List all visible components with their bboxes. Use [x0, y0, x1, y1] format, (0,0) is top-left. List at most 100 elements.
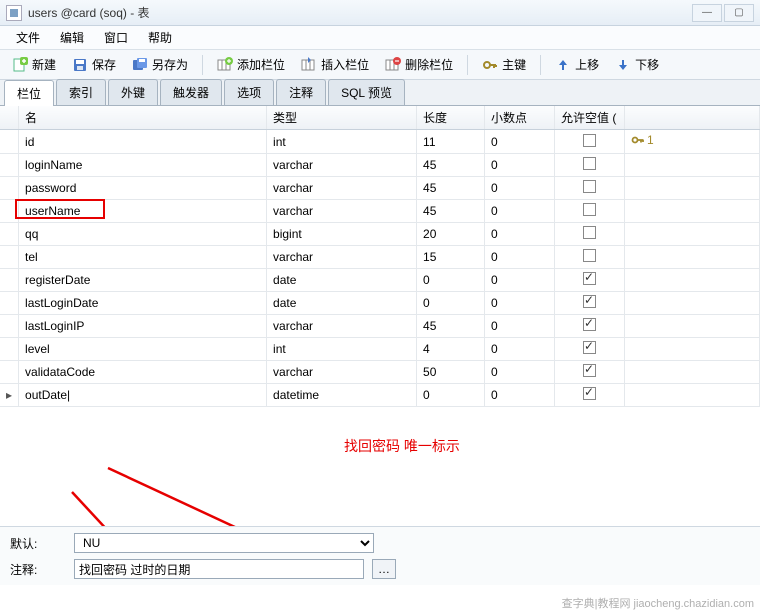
cell-name[interactable]: lastLoginIP [19, 315, 267, 338]
cell-length[interactable]: 45 [417, 200, 485, 223]
cell-allownull[interactable] [555, 384, 625, 407]
menu-help[interactable]: 帮助 [138, 26, 182, 49]
column-header-decimals[interactable]: 小数点 [485, 106, 555, 130]
cell-length[interactable]: 50 [417, 361, 485, 384]
delete-column-button[interactable]: 删除栏位 [379, 53, 459, 76]
row-handle[interactable] [0, 154, 19, 177]
row-handle[interactable] [0, 292, 19, 315]
cell-type[interactable]: bigint [267, 223, 417, 246]
cell-name[interactable]: registerDate [19, 269, 267, 292]
cell-decimals[interactable]: 0 [485, 292, 555, 315]
cell-length[interactable]: 45 [417, 315, 485, 338]
cell-allownull[interactable] [555, 130, 625, 154]
cell-name[interactable]: validataCode [19, 361, 267, 384]
allownull-checkbox[interactable] [583, 387, 596, 400]
row-handle[interactable] [0, 269, 19, 292]
column-header-type[interactable]: 类型 [267, 106, 417, 130]
comment-input[interactable] [74, 559, 364, 579]
allownull-checkbox[interactable] [583, 157, 596, 170]
table-row[interactable]: idint1101 [0, 130, 760, 154]
save-button[interactable]: 保存 [66, 53, 122, 76]
allownull-checkbox[interactable] [583, 203, 596, 216]
tab-fields[interactable]: 栏位 [4, 80, 54, 106]
cell-decimals[interactable]: 0 [485, 384, 555, 407]
cell-length[interactable]: 11 [417, 130, 485, 154]
cell-name[interactable]: loginName [19, 154, 267, 177]
cell-type[interactable]: varchar [267, 361, 417, 384]
row-handle[interactable] [0, 177, 19, 200]
row-handle[interactable] [0, 361, 19, 384]
table-row[interactable]: telvarchar150 [0, 246, 760, 269]
cell-key[interactable] [625, 154, 760, 177]
allownull-checkbox[interactable] [583, 134, 596, 147]
cell-type[interactable]: int [267, 338, 417, 361]
tab-indexes[interactable]: 索引 [56, 79, 106, 105]
cell-allownull[interactable] [555, 223, 625, 246]
minimize-button[interactable]: — [692, 4, 722, 22]
table-row[interactable]: levelint40 [0, 338, 760, 361]
cell-decimals[interactable]: 0 [485, 361, 555, 384]
tab-sql-preview[interactable]: SQL 预览 [328, 79, 405, 105]
cell-type[interactable]: varchar [267, 200, 417, 223]
table-row[interactable]: userNamevarchar450 [0, 200, 760, 223]
cell-type[interactable]: date [267, 269, 417, 292]
default-select[interactable]: NU [74, 533, 374, 553]
table-row[interactable]: validataCodevarchar500 [0, 361, 760, 384]
cell-allownull[interactable] [555, 292, 625, 315]
cell-type[interactable]: varchar [267, 154, 417, 177]
allownull-checkbox[interactable] [583, 318, 596, 331]
table-row[interactable]: lastLoginDatedate00 [0, 292, 760, 315]
cell-length[interactable]: 20 [417, 223, 485, 246]
cell-name[interactable]: password [19, 177, 267, 200]
column-header-handle[interactable] [0, 106, 19, 130]
table-row[interactable]: passwordvarchar450 [0, 177, 760, 200]
cell-allownull[interactable] [555, 338, 625, 361]
cell-allownull[interactable] [555, 154, 625, 177]
cell-type[interactable]: varchar [267, 246, 417, 269]
cell-type[interactable]: datetime [267, 384, 417, 407]
cell-length[interactable]: 0 [417, 292, 485, 315]
cell-length[interactable]: 45 [417, 154, 485, 177]
move-up-button[interactable]: 上移 [549, 53, 605, 76]
maximize-button[interactable]: ▢ [724, 4, 754, 22]
cell-decimals[interactable]: 0 [485, 315, 555, 338]
cell-length[interactable]: 45 [417, 177, 485, 200]
allownull-checkbox[interactable] [583, 249, 596, 262]
cell-decimals[interactable]: 0 [485, 223, 555, 246]
allownull-checkbox[interactable] [583, 272, 596, 285]
table-row[interactable]: ▸outDate|datetime00 [0, 384, 760, 407]
cell-allownull[interactable] [555, 361, 625, 384]
cell-allownull[interactable] [555, 315, 625, 338]
cell-name[interactable]: tel [19, 246, 267, 269]
primary-key-button[interactable]: 主键 [476, 53, 532, 76]
saveas-button[interactable]: 另存为 [126, 53, 194, 76]
cell-decimals[interactable]: 0 [485, 154, 555, 177]
column-header-key[interactable] [625, 106, 760, 130]
cell-allownull[interactable] [555, 269, 625, 292]
add-column-button[interactable]: 添加栏位 [211, 53, 291, 76]
allownull-checkbox[interactable] [583, 364, 596, 377]
cell-key[interactable] [625, 315, 760, 338]
menu-window[interactable]: 窗口 [94, 26, 138, 49]
allownull-checkbox[interactable] [583, 341, 596, 354]
comment-more-button[interactable]: … [372, 559, 396, 579]
tab-foreign-keys[interactable]: 外键 [108, 79, 158, 105]
cell-type[interactable]: varchar [267, 315, 417, 338]
row-handle[interactable] [0, 338, 19, 361]
cell-allownull[interactable] [555, 246, 625, 269]
cell-key[interactable] [625, 246, 760, 269]
row-handle[interactable] [0, 223, 19, 246]
cell-key[interactable] [625, 177, 760, 200]
cell-name[interactable]: userName [19, 200, 267, 223]
cell-length[interactable]: 4 [417, 338, 485, 361]
cell-key[interactable] [625, 292, 760, 315]
menu-file[interactable]: 文件 [6, 26, 50, 49]
cell-type[interactable]: varchar [267, 177, 417, 200]
cell-decimals[interactable]: 0 [485, 246, 555, 269]
allownull-checkbox[interactable] [583, 226, 596, 239]
cell-decimals[interactable]: 0 [485, 269, 555, 292]
column-header-length[interactable]: 长度 [417, 106, 485, 130]
cell-decimals[interactable]: 0 [485, 338, 555, 361]
cell-name[interactable]: qq [19, 223, 267, 246]
cell-key[interactable] [625, 223, 760, 246]
